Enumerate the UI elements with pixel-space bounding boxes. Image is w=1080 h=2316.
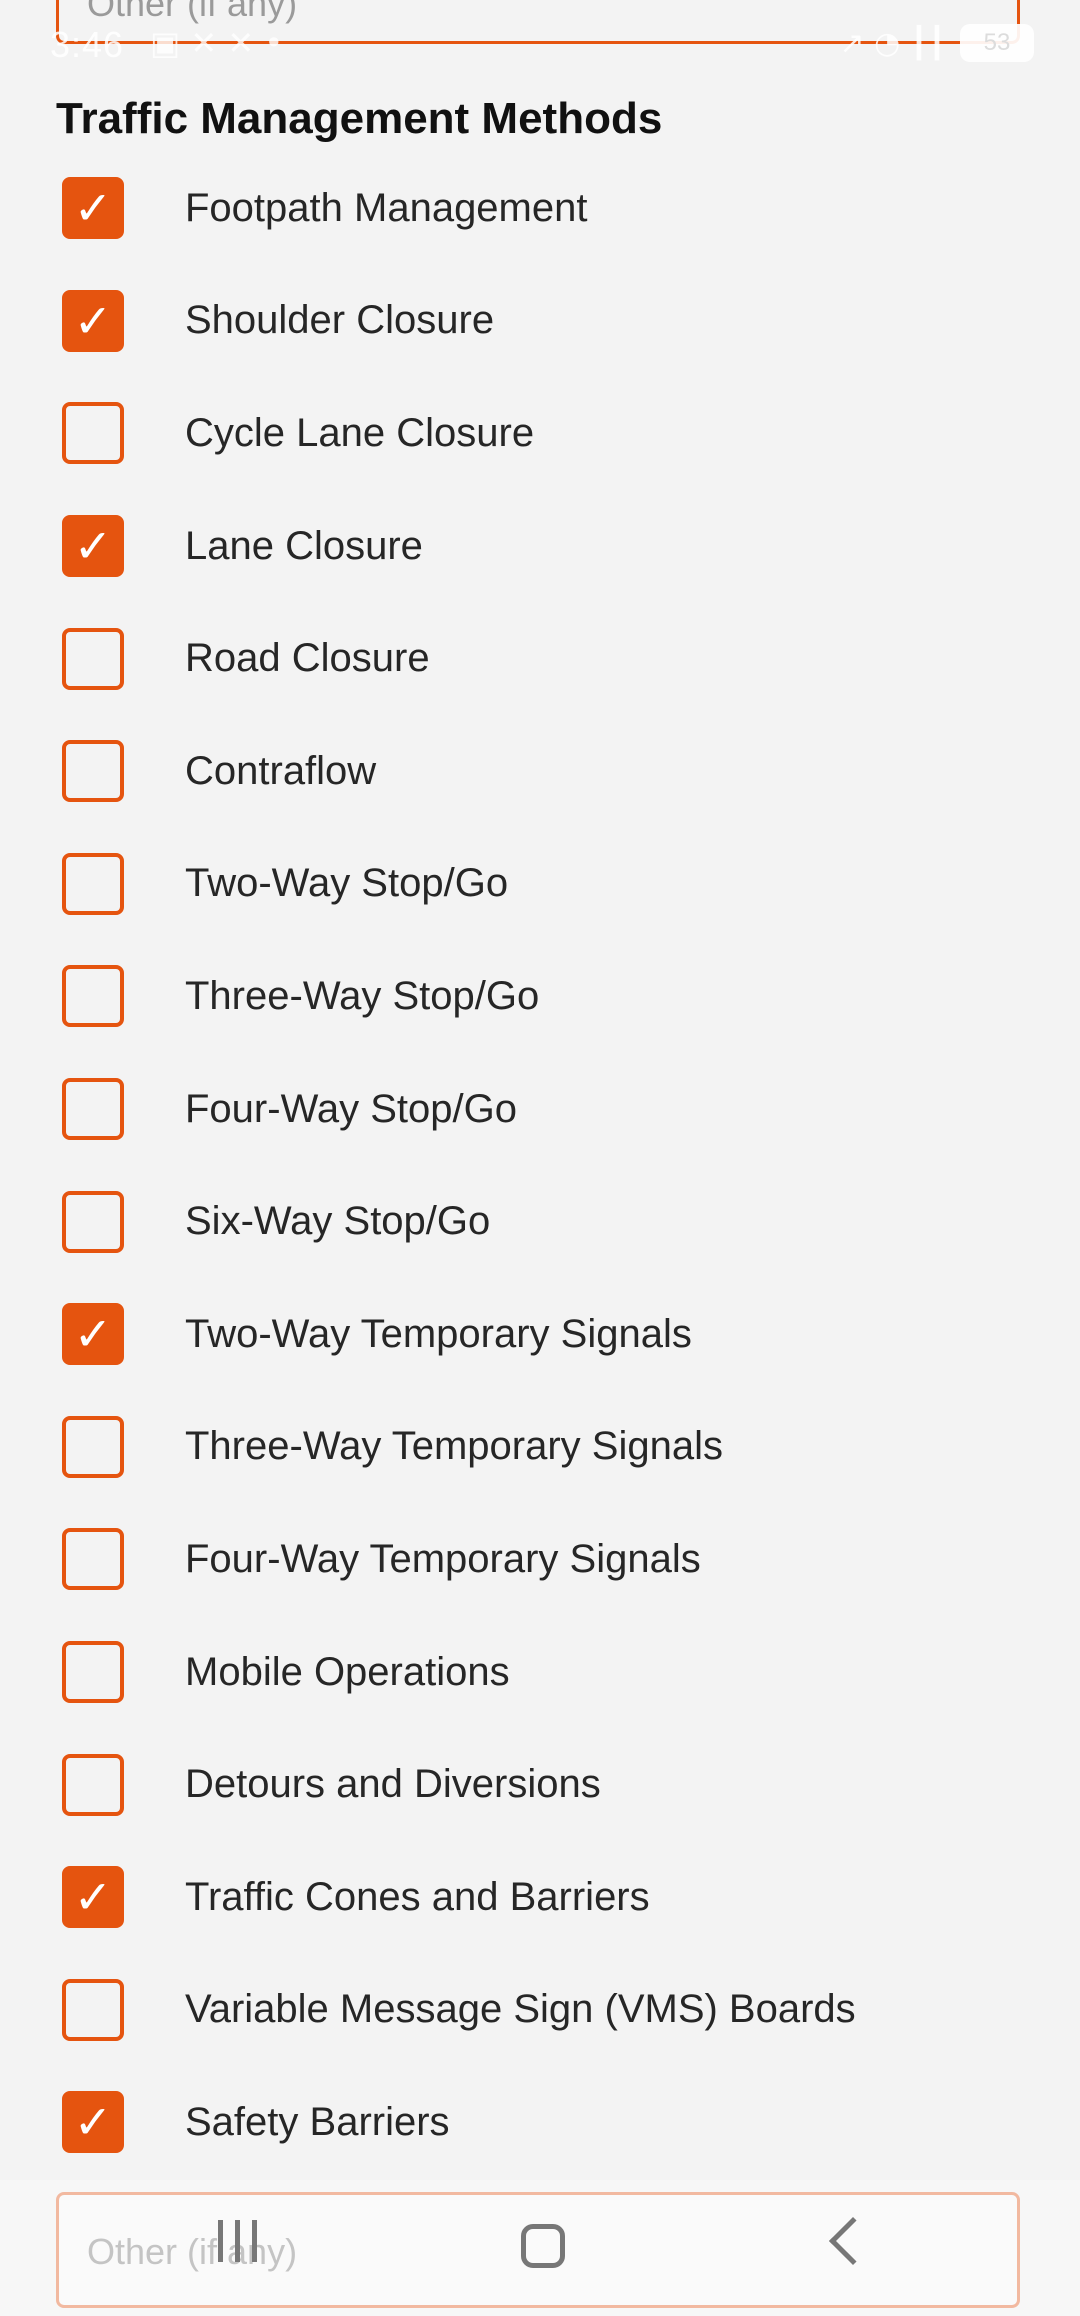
checkmark-icon: ✓	[73, 2095, 113, 2150]
method-label: Cycle Lane Closure	[185, 410, 535, 455]
traffic-methods-list: ✓ Footpath Management ✓ Shoulder Closure Cyc…	[0, 152, 1080, 2179]
method-checkbox[interactable]: ✓	[62, 515, 124, 578]
method-checkbox[interactable]: ✓	[62, 177, 124, 240]
method-label: Four-Way Temporary Signals	[185, 1536, 701, 1581]
method-checkbox[interactable]	[62, 965, 124, 1028]
method-item[interactable]: Road Closure	[0, 602, 1080, 715]
recent-apps-icon[interactable]	[218, 2220, 269, 2266]
method-checkbox[interactable]: ✓	[62, 289, 124, 352]
method-checkbox[interactable]	[62, 402, 124, 465]
method-item[interactable]: ✓ Lane Closure	[0, 490, 1080, 603]
method-checkbox[interactable]	[62, 740, 124, 803]
method-label: Three-Way Temporary Signals	[185, 1424, 723, 1469]
method-item[interactable]: Cycle Lane Closure	[0, 377, 1080, 490]
method-item[interactable]: Six-Way Stop/Go	[0, 1165, 1080, 1278]
screen: Other (if any) 3:46 ▣ ✕ ✕ • ↗ ◔ ┃┃ 53 Tr…	[0, 0, 1080, 2316]
method-label: Footpath Management	[185, 185, 588, 230]
method-item[interactable]: ✓ Footpath Management	[0, 152, 1080, 265]
method-label: Six-Way Stop/Go	[185, 1199, 491, 1244]
method-label: Safety Barriers	[185, 2099, 450, 2144]
method-item[interactable]: ✓ Safety Barriers	[0, 2066, 1080, 2179]
method-label: Two-Way Stop/Go	[185, 861, 509, 906]
method-checkbox[interactable]	[62, 1078, 124, 1141]
method-label: Contraflow	[185, 748, 377, 793]
method-checkbox[interactable]	[62, 1190, 124, 1253]
method-item[interactable]: Four-Way Temporary Signals	[0, 1503, 1080, 1616]
method-checkbox[interactable]	[62, 852, 124, 915]
method-label: Two-Way Temporary Signals	[185, 1311, 692, 1356]
bottom-area: Other (if any)	[0, 2180, 1080, 2316]
other-input-previous[interactable]: Other (if any)	[56, 0, 1020, 44]
method-label: Variable Message Sign (VMS) Boards	[185, 1987, 856, 2032]
checkmark-icon: ✓	[73, 181, 113, 236]
method-checkbox[interactable]	[62, 1641, 124, 1704]
section-title: Traffic Management Methods	[56, 94, 663, 143]
checkmark-icon: ✓	[73, 293, 113, 348]
method-label: Lane Closure	[185, 523, 423, 568]
checkmark-icon: ✓	[73, 1307, 113, 1362]
method-checkbox[interactable]	[62, 1978, 124, 2041]
method-label: Four-Way Stop/Go	[185, 1086, 517, 1131]
method-label: Detours and Diversions	[185, 1762, 601, 1807]
checkmark-icon: ✓	[73, 519, 113, 574]
method-checkbox[interactable]: ✓	[62, 2091, 124, 2154]
method-checkbox[interactable]	[62, 1415, 124, 1478]
checkmark-icon: ✓	[73, 1870, 113, 1925]
method-label: Shoulder Closure	[185, 298, 495, 343]
method-item[interactable]: Variable Message Sign (VMS) Boards	[0, 1954, 1080, 2067]
method-item[interactable]: Detours and Diversions	[0, 1728, 1080, 1841]
method-item[interactable]: Three-Way Stop/Go	[0, 940, 1080, 1053]
method-item[interactable]: ✓ Shoulder Closure	[0, 265, 1080, 378]
other-input-previous-placeholder: Other (if any)	[87, 0, 298, 24]
method-item[interactable]: Contraflow	[0, 715, 1080, 828]
method-label: Traffic Cones and Barriers	[185, 1874, 650, 1919]
method-item[interactable]: Three-Way Temporary Signals	[0, 1391, 1080, 1504]
method-item[interactable]: Two-Way Stop/Go	[0, 828, 1080, 941]
method-item[interactable]: Mobile Operations	[0, 1616, 1080, 1729]
method-item[interactable]: ✓ Two-Way Temporary Signals	[0, 1278, 1080, 1391]
method-item[interactable]: ✓ Traffic Cones and Barriers	[0, 1841, 1080, 1954]
method-checkbox[interactable]	[62, 1528, 124, 1591]
method-checkbox[interactable]: ✓	[62, 1303, 124, 1366]
method-label: Road Closure	[185, 636, 430, 681]
method-label: Mobile Operations	[185, 1649, 510, 1694]
method-checkbox[interactable]: ✓	[62, 1866, 124, 1929]
method-checkbox[interactable]	[62, 1753, 124, 1816]
method-label: Three-Way Stop/Go	[185, 973, 540, 1018]
method-item[interactable]: Four-Way Stop/Go	[0, 1053, 1080, 1166]
method-checkbox[interactable]	[62, 627, 124, 690]
home-icon[interactable]	[521, 2224, 565, 2268]
